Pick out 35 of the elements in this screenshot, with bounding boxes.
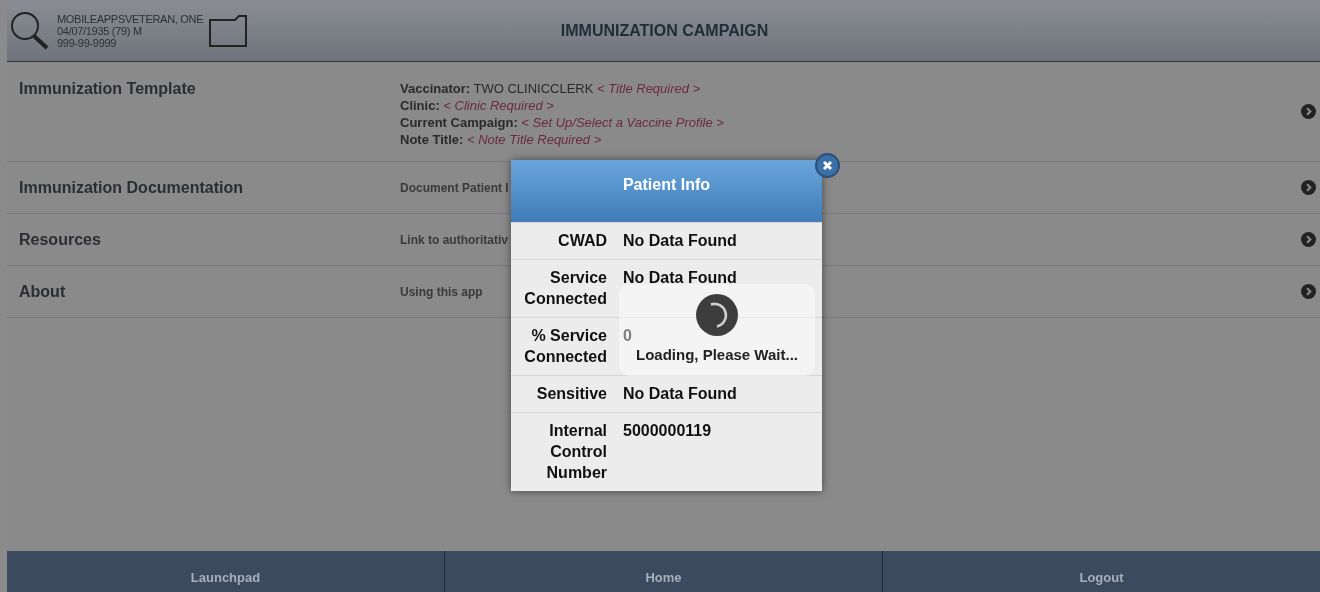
patient-dob: 04/07/1935 (79) M [57,24,142,37]
template-detail: Vaccinator: TWO CLINICCLERK < Title Required > [400,80,702,97]
chevron-right-icon [1301,103,1316,119]
close-icon [822,160,833,171]
template-detail: Current Campaign: < Set Up/Select a Vaccine Profile > [400,114,724,131]
patient-name: MOBILEAPPSVETERAN, ONE [57,12,204,25]
menu-item-description: Link to authoritativ [400,232,508,247]
chevron-right-icon [1301,231,1316,247]
info-value: No Data Found [623,384,737,404]
info-value: 5000000119 [623,421,712,441]
info-value: No Data Found [623,231,737,251]
menu-item-description: Using this app [400,284,483,299]
menu-item-description: Document Patient I [400,180,509,195]
dialog-title: Patient Info [511,160,822,222]
info-label: Sensitive [535,384,607,404]
chevron-right-icon [1301,283,1316,299]
search-icon[interactable] [9,9,51,52]
patient-ssn: 999-99-9999 [57,36,117,49]
menu-item-title: About [19,282,67,301]
info-label: CWAD [557,231,607,251]
loading-message: Loading, Please Wait... [636,346,798,363]
template-detail: Note Title: < Note Title Required > [400,131,603,148]
info-value: No Data Found [623,268,737,288]
menu-item-title: Resources [19,230,102,249]
chevron-right-icon [1301,179,1316,195]
menu-item-title: Immunization Template [19,80,197,98]
info-value: 0 [623,326,632,346]
info-label: Internal Control Number [545,421,607,483]
folder-icon[interactable] [209,14,248,47]
info-label: % Service Connected [523,326,607,367]
template-detail: Clinic: < Clinic Required > [400,97,555,114]
menu-item-title: Immunization Documentation [19,178,244,197]
close-button[interactable] [815,153,840,178]
page-title: IMMUNIZATION CAMPAIGN [559,21,770,40]
info-label: Service Connected [523,268,607,309]
